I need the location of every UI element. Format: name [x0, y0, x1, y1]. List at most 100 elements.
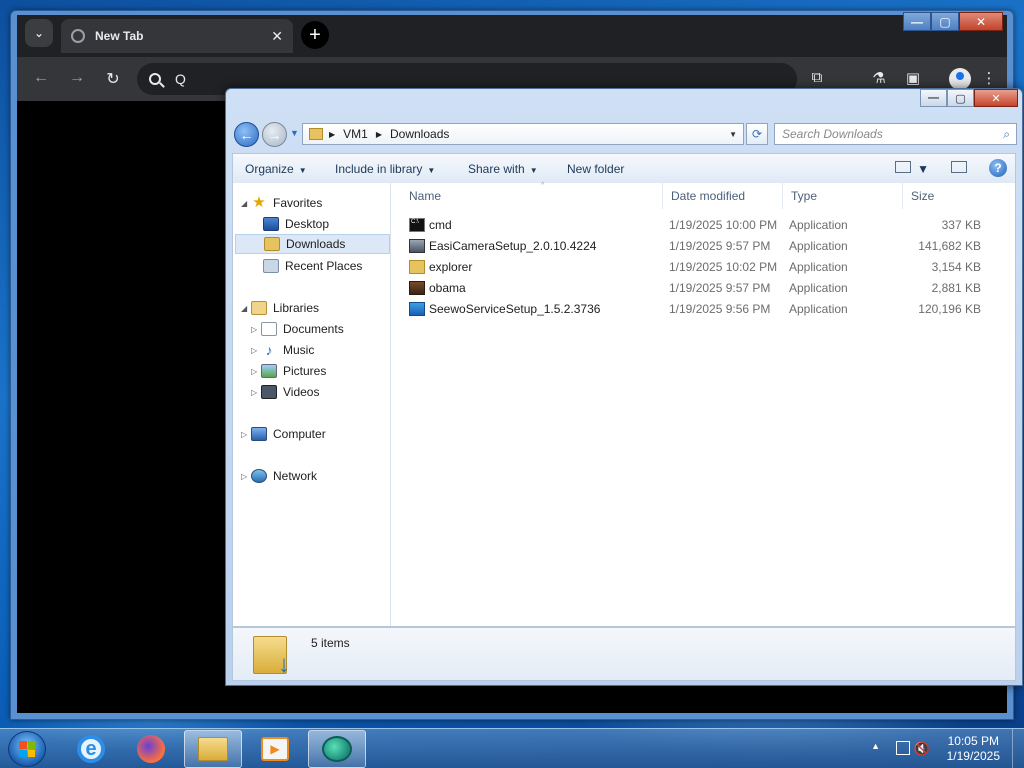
expand-arrow-icon: ▷ [251, 324, 258, 334]
taskbar-media-player[interactable]: ▶ [246, 730, 304, 768]
labs-flask-icon[interactable]: ⚗ [867, 69, 891, 87]
side-panel-icon[interactable]: ▣ [901, 69, 925, 87]
profile-avatar-icon[interactable] [949, 68, 971, 90]
easicamera-icon [322, 736, 352, 762]
volume-muted-icon[interactable]: 🔇 [914, 741, 930, 757]
share-with-button[interactable]: Share with ▼ [468, 162, 538, 176]
sort-arrow-icon: ^ [541, 182, 545, 189]
search-input[interactable]: Search Downloads ⌕ [774, 123, 1017, 145]
file-row[interactable]: obama 1/19/2025 9:57 PM Application 2,88… [391, 278, 1017, 299]
address-dropdown-icon[interactable]: ▼ [729, 130, 737, 139]
back-button[interactable]: ← [234, 122, 259, 147]
nav-computer[interactable]: ▷ Computer [241, 424, 326, 444]
command-bar: Organize ▼ Include in library ▼ Share with… [232, 153, 1016, 183]
details-pane: 5 items [232, 627, 1016, 681]
minimize-button[interactable]: — [903, 12, 931, 31]
breadcrumb-separator-icon[interactable]: ▶ [329, 130, 335, 139]
maximize-button[interactable]: ▢ [947, 89, 974, 107]
show-desktop-button[interactable] [1012, 729, 1024, 768]
file-row[interactable]: explorer 1/19/2025 10:02 PM Application … [391, 257, 1017, 278]
preview-pane-icon[interactable] [951, 161, 967, 173]
breadcrumb-downloads[interactable]: Downloads [390, 127, 449, 141]
column-header-type[interactable]: Type [783, 183, 903, 209]
taskbar-firefox[interactable] [122, 730, 180, 768]
action-center-flag-icon[interactable] [896, 741, 910, 755]
navigation-pane: ◢ ★ Favorites Desktop Downloads Recent Pla… [233, 183, 391, 626]
file-name: SeewoServiceSetup_1.5.2.3736 [429, 302, 601, 316]
more-menu-icon[interactable]: ⋮ [977, 69, 1001, 87]
file-row[interactable]: cmd 1/19/2025 10:00 PM Application 337 K… [391, 215, 1017, 236]
close-button[interactable]: ✕ [974, 89, 1018, 107]
recent-places-icon [263, 259, 279, 273]
file-date: 1/19/2025 9:57 PM [669, 281, 771, 295]
nav-pictures[interactable]: ▷ Pictures [251, 361, 326, 381]
file-date: 1/19/2025 9:57 PM [669, 239, 771, 253]
nav-downloads[interactable]: Downloads [235, 234, 390, 254]
taskbar-internet-explorer[interactable]: e [62, 730, 120, 768]
maximize-button[interactable]: ▢ [931, 12, 959, 31]
clock-date: 1/19/2025 [946, 749, 1000, 763]
organize-button[interactable]: Organize ▼ [245, 162, 307, 176]
file-explorer-icon [198, 737, 228, 761]
explorer-window: — ▢ ✕ ← → ▼ ▶ VM1 ▶ Downloads ▼ ⟳ Search… [225, 88, 1023, 686]
include-in-library-button[interactable]: Include in library ▼ [335, 162, 435, 176]
nav-favorites[interactable]: ◢ ★ Favorites [241, 193, 322, 213]
taskbar: e ▶ ▲ 🔇 10:05 PM 1/19/2025 [0, 728, 1024, 768]
close-button[interactable]: ✕ [959, 12, 1003, 31]
globe-icon [71, 29, 85, 43]
start-button[interactable] [8, 731, 46, 767]
camera-setup-icon [409, 239, 425, 253]
show-hidden-icons-icon[interactable]: ▲ [871, 741, 880, 751]
breadcrumb-vm1[interactable]: VM1 [343, 127, 368, 141]
taskbar-easicamera[interactable] [308, 730, 366, 768]
change-view-icon[interactable] [895, 161, 911, 173]
file-size: 120,196 KB [918, 302, 981, 316]
address-bar[interactable]: ▶ VM1 ▶ Downloads ▼ [302, 123, 744, 145]
explorer-content: ◢ ★ Favorites Desktop Downloads Recent Pla… [232, 182, 1017, 627]
tab-search-button[interactable]: ⌄ [25, 19, 53, 47]
search-placeholder: Search Downloads [782, 127, 883, 141]
collapse-arrow-icon: ◢ [241, 198, 248, 208]
nav-recent-places[interactable]: Recent Places [253, 256, 362, 276]
caret-down-icon: ▼ [298, 166, 307, 175]
file-type: Application [789, 239, 848, 253]
nav-libraries[interactable]: ◢ Libraries [241, 298, 319, 318]
clock[interactable]: 10:05 PM 1/19/2025 [947, 734, 1000, 764]
taskbar-file-explorer[interactable] [184, 730, 242, 768]
recent-pages-dropdown-icon[interactable]: ▼ [290, 128, 299, 138]
column-header-date-modified[interactable]: Date modified [663, 183, 783, 209]
extensions-icon[interactable]: ⧉ [805, 69, 829, 86]
nav-desktop[interactable]: Desktop [253, 214, 329, 234]
caret-down-icon: ▼ [529, 166, 538, 175]
tab-new-tab[interactable]: New Tab ✕ [61, 19, 293, 53]
view-options-dropdown-icon[interactable]: ▼ [917, 162, 929, 176]
file-row[interactable]: EasiCameraSetup_2.0.10.4224 1/19/2025 9:… [391, 236, 1017, 257]
expand-arrow-icon: ▷ [251, 366, 258, 376]
column-header-size[interactable]: Size [903, 183, 977, 209]
new-folder-button[interactable]: New folder [567, 162, 624, 176]
item-count: 5 items [311, 636, 350, 650]
file-date: 1/19/2025 10:02 PM [669, 260, 778, 274]
forward-button[interactable]: → [262, 122, 287, 147]
help-icon[interactable]: ? [989, 159, 1007, 177]
minimize-button[interactable]: — [920, 89, 947, 107]
nav-network[interactable]: ▷ Network [241, 466, 317, 486]
downloads-folder-icon [264, 237, 280, 251]
refresh-button[interactable]: ⟳ [746, 123, 768, 145]
reload-icon[interactable]: ↻ [101, 69, 125, 89]
nav-videos[interactable]: ▷ Videos [251, 382, 319, 402]
new-tab-button[interactable]: + [301, 21, 329, 49]
tab-close-button[interactable]: ✕ [271, 28, 283, 45]
file-size: 2,881 KB [931, 281, 981, 295]
address-text: Q [175, 71, 186, 87]
network-icon [251, 469, 267, 483]
media-player-icon: ▶ [261, 737, 289, 761]
forward-arrow-icon[interactable]: → [65, 69, 89, 87]
breadcrumb-separator-icon[interactable]: ▶ [376, 130, 382, 139]
column-header-name[interactable]: Name ^ [401, 182, 663, 209]
nav-documents[interactable]: ▷ Documents [251, 319, 344, 339]
nav-music[interactable]: ▷ ♪ Music [251, 340, 314, 360]
back-arrow-icon[interactable]: ← [29, 69, 53, 87]
file-row[interactable]: SeewoServiceSetup_1.5.2.3736 1/19/2025 9… [391, 299, 1017, 320]
file-type: Application [789, 302, 848, 316]
